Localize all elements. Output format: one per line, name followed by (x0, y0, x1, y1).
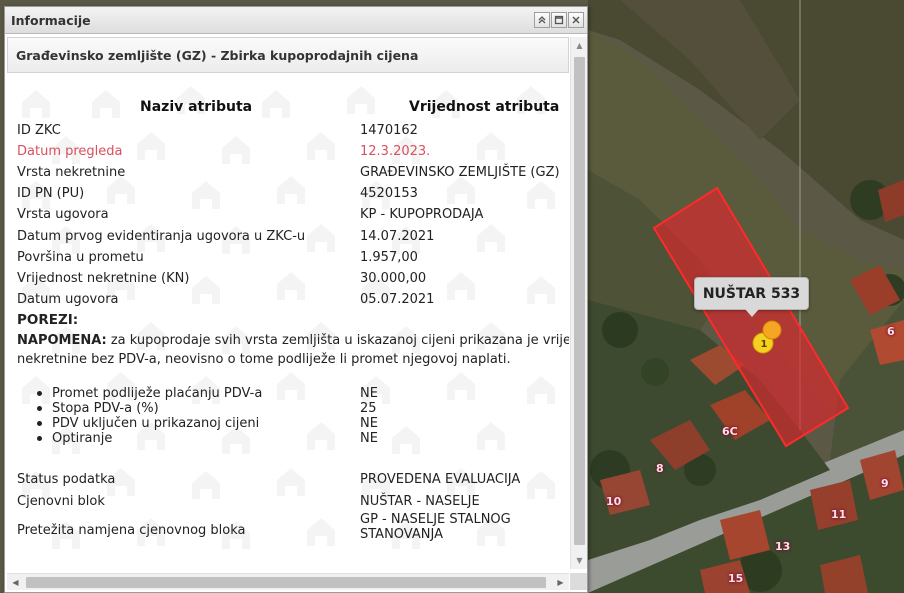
row-value: 1.957,00 (360, 249, 418, 265)
row-value: 12.3.2023. (360, 143, 431, 159)
horizontal-scrollbar[interactable]: ◀ ▶ (7, 573, 569, 590)
item-value: NE (360, 431, 378, 446)
row-label: Datum prvog evidentiranja ugovora u ZKC-… (17, 228, 306, 244)
row-value: 1470162 (360, 122, 418, 138)
list-item: PDV uključen u prikazanoj cijeni NE (37, 416, 557, 431)
house-number: 10 (606, 495, 622, 508)
attribute-table: Naziv atributa Vrijednost atributa ID ZK… (7, 74, 569, 571)
taxes-heading: POREZI: (17, 312, 79, 328)
note-label: NAPOMENA: (17, 333, 107, 348)
column-header-attribute: Naziv atributa (140, 99, 253, 115)
row-value: GRAĐEVINSKO ZEMLJIŠTE (GZ) (360, 164, 560, 180)
row-label: Vrsta nekretnine (17, 164, 126, 180)
list-item: Optiranje NE (37, 431, 557, 446)
item-value: NE (360, 386, 378, 401)
row-label: ID PN (PU) (17, 185, 85, 201)
row-label: Cjenovni blok (17, 493, 105, 509)
table-row: Vrsta nekretnine GRAĐEVINSKO ZEMLJIŠTE (… (17, 162, 569, 182)
note-text-2: nekretnine bez PDV-a, neovisno o tome po… (17, 352, 511, 367)
item-label: PDV uključen u prikazanoj cijeni (52, 416, 260, 431)
item-value: 25 (360, 401, 377, 416)
row-label: Datum ugovora (17, 291, 119, 307)
close-icon[interactable] (568, 12, 584, 28)
window-title: Informacije (11, 12, 91, 28)
row-value: 30.000,00 (360, 270, 427, 286)
panel-header: Građevinsko zemljište (GZ) - Zbirka kupo… (7, 37, 569, 73)
row-label: Površina u prometu (17, 249, 144, 265)
bullet-icon (37, 391, 42, 396)
scrollbar-thumb[interactable] (574, 57, 585, 545)
row-value: GP - NASELJE STALNOG STANOVANJA (360, 512, 511, 542)
scroll-left-icon[interactable]: ◀ (7, 574, 24, 591)
house-number: 15 (728, 572, 744, 585)
item-label: Optiranje (52, 431, 113, 446)
panel-title: Građevinsko zemljište (GZ) - Zbirka kupo… (16, 47, 419, 63)
list-item: Promet podliježe plaćanju PDV-a NE (37, 386, 557, 401)
scroll-up-icon[interactable]: ▲ (571, 37, 588, 54)
scroll-down-icon[interactable]: ▼ (571, 552, 588, 569)
scrollbar-corner (570, 573, 587, 590)
note-text: NAPOMENA: za kupoprodaje svih vrsta zeml… (17, 331, 569, 350)
row-value: NUŠTAR - NASELJE (360, 493, 480, 509)
item-label: Promet podliježe plaćanju PDV-a (52, 386, 263, 401)
row-value-line: GP - NASELJE STALNOG (360, 512, 511, 527)
table-row: Vrsta ugovora KP - KUPOPRODAJA (17, 204, 569, 224)
double-chevron-up-icon[interactable] (534, 12, 550, 28)
row-value: 14.07.2021 (360, 228, 435, 244)
item-label: Stopa PDV-a (%) (52, 401, 159, 416)
table-row: Vrijednost nekretnine (KN) 30.000,00 (17, 268, 569, 288)
item-value: NE (360, 416, 378, 431)
row-value: 05.07.2021 (360, 291, 435, 307)
house-number: 11 (831, 508, 847, 521)
table-row: ID PN (PU) 4520153 (17, 183, 569, 203)
column-header-value: Vrijednost atributa (409, 99, 560, 115)
house-number: 6C (722, 425, 738, 438)
row-value: KP - KUPOPRODAJA (360, 206, 484, 222)
row-label: Status podatka (17, 471, 116, 487)
window-titlebar[interactable]: Informacije (5, 7, 587, 34)
vertical-scrollbar[interactable]: ▲ ▼ (570, 37, 587, 569)
table-row: Cjenovni blok NUŠTAR - NASELJE (17, 491, 569, 511)
row-label: Vrijednost nekretnine (KN) (17, 270, 190, 286)
house-number: 8 (656, 462, 664, 475)
house-number: 6 (887, 325, 895, 338)
row-label: ID ZKC (17, 122, 61, 138)
list-item: Stopa PDV-a (%) 25 (37, 401, 557, 416)
bullet-icon (37, 406, 42, 411)
parcel-label: NUŠTAR 533 (694, 277, 809, 317)
bullet-icon (37, 421, 42, 426)
row-label: Datum pregleda (17, 143, 123, 159)
row-value: 4520153 (360, 185, 418, 201)
maximize-icon[interactable] (551, 12, 567, 28)
scrollbar-thumb[interactable] (26, 577, 546, 588)
marker-number: 1 (761, 339, 768, 350)
table-row: Datum prvog evidentiranja ugovora u ZKC-… (17, 226, 569, 246)
table-row: Datum pregleda 12.3.2023. (17, 141, 569, 161)
table-row: Pretežita namjena cjenovnog bloka GP - N… (17, 512, 569, 548)
table-row: Status podatka PROVEDENA EVALUACIJA (17, 469, 569, 489)
table-row: ID ZKC 1470162 (17, 120, 569, 140)
info-window: Informacije Građevinsko zemljište (GZ) -… (4, 6, 588, 593)
table-row: Datum ugovora 05.07.2021 (17, 289, 569, 309)
scroll-right-icon[interactable]: ▶ (552, 574, 569, 591)
note-line-1: za kupoprodaje svih vrsta zemljišta u is… (106, 333, 569, 348)
bullet-icon (37, 436, 42, 441)
row-value: PROVEDENA EVALUACIJA (360, 471, 521, 487)
row-label: Vrsta ugovora (17, 206, 109, 222)
table-row: Površina u prometu 1.957,00 (17, 247, 569, 267)
house-number: 13 (775, 540, 791, 553)
house-number: 9 (881, 477, 889, 490)
row-value-line: STANOVANJA (360, 527, 443, 542)
row-label: Pretežita namjena cjenovnog bloka (17, 522, 246, 538)
